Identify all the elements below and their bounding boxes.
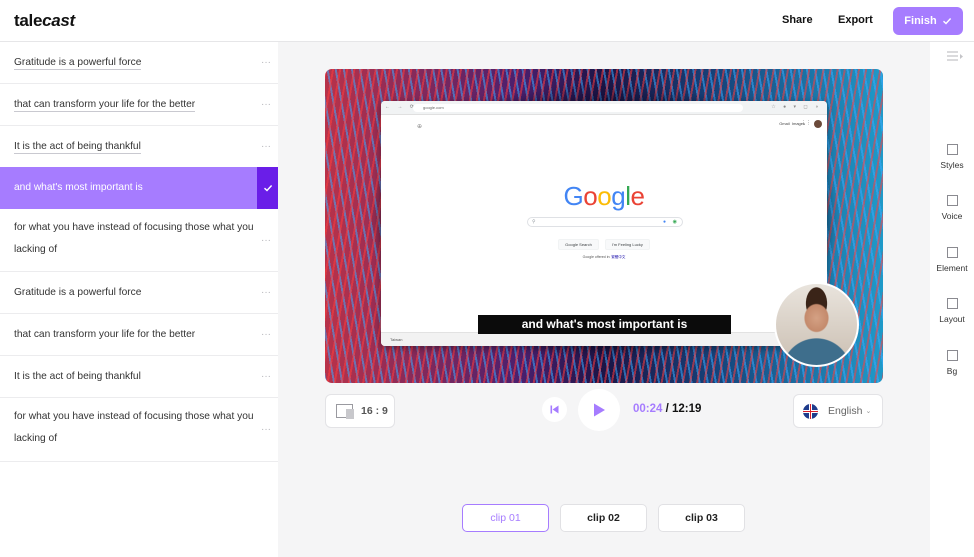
transcript-text: It is the act of being thankful bbox=[14, 140, 141, 154]
google-logo-letter: e bbox=[630, 181, 645, 211]
more-icon[interactable]: ··· bbox=[261, 141, 271, 152]
google-logo-letter: o bbox=[583, 181, 598, 211]
transcript-row[interactable]: Gratitude is a powerful force ··· bbox=[0, 42, 278, 84]
right-toolbar: Styles Voice Element Layout Bg bbox=[930, 42, 974, 557]
transcript-text: for what you have instead of focusing th… bbox=[14, 222, 254, 255]
time-separator: / bbox=[662, 403, 673, 415]
transcript-row[interactable]: that can transform your life for the bet… bbox=[0, 314, 278, 356]
more-icon[interactable]: ··· bbox=[261, 235, 271, 246]
browser-toolbar: ← → ⟳ google.com ☆ ● ▾ ◻ ◑ bbox=[381, 101, 827, 115]
feeling-lucky-button: I'm Feeling Lucky bbox=[604, 239, 650, 250]
tool-styles[interactable]: Styles bbox=[930, 144, 974, 170]
aspect-ratio-button[interactable]: 16 : 9 bbox=[325, 394, 395, 428]
play-icon bbox=[594, 403, 605, 417]
google-search-box: ⚲ ● ◉ bbox=[527, 217, 683, 227]
logo-text: tale bbox=[14, 11, 43, 30]
transcript-row[interactable]: for what you have instead of focusing th… bbox=[0, 209, 278, 272]
apps-grid-icon: ⋮⋮ bbox=[801, 120, 811, 126]
play-button[interactable] bbox=[578, 389, 620, 431]
more-icon[interactable]: ··· bbox=[261, 424, 271, 435]
browser-url: google.com bbox=[413, 104, 743, 112]
browser-screenshot: ← → ⟳ google.com ☆ ● ▾ ◻ ◑ ⊕ Gmail Image… bbox=[381, 101, 827, 346]
logo-text-italic: cast bbox=[42, 11, 75, 30]
transcript-text: It is the act of being thankful bbox=[14, 370, 141, 382]
video-preview[interactable]: ← → ⟳ google.com ☆ ● ▾ ◻ ◑ ⊕ Gmail Image… bbox=[325, 69, 883, 383]
lens-icon: ◉ bbox=[672, 219, 677, 225]
transcript-row[interactable]: that can transform your life for the bet… bbox=[0, 84, 278, 126]
layout-icon bbox=[946, 298, 958, 309]
transcript-row-active[interactable]: and what's most important is bbox=[0, 167, 278, 209]
transcript-text: and what's most important is bbox=[14, 182, 143, 193]
google-logo-letter: g bbox=[611, 181, 626, 211]
google-buttons: Google Search I'm Feeling Lucky bbox=[381, 239, 827, 250]
search-icon: ⚲ bbox=[532, 219, 536, 225]
avatar bbox=[814, 120, 822, 128]
google-logo-letter: o bbox=[597, 181, 612, 211]
more-icon[interactable]: ··· bbox=[261, 287, 271, 298]
app-logo[interactable]: talecast bbox=[14, 11, 75, 31]
confirm-button[interactable] bbox=[257, 167, 278, 209]
tool-bg[interactable]: Bg bbox=[930, 350, 974, 376]
aspect-ratio-label: 16 : 9 bbox=[361, 405, 388, 417]
styles-icon bbox=[946, 144, 958, 155]
language-select[interactable]: English ⌄ bbox=[793, 394, 883, 428]
transcript-text: that can transform your life for the bet… bbox=[14, 98, 196, 112]
chevron-down-icon: ⌄ bbox=[865, 408, 872, 415]
transcript-row[interactable]: It is the act of being thankful ··· bbox=[0, 356, 278, 398]
transcript-text: that can transform your life for the bet… bbox=[14, 328, 196, 340]
browser-ext-icons: ☆ ● ▾ ◻ ◑ bbox=[771, 104, 821, 110]
skip-back-button[interactable] bbox=[542, 397, 567, 422]
background-icon bbox=[946, 350, 958, 361]
check-icon bbox=[942, 18, 951, 25]
transcript-row[interactable]: for what you have instead of focusing th… bbox=[0, 398, 278, 462]
finish-label: Finish bbox=[904, 15, 937, 27]
total-time: 12:19 bbox=[672, 403, 702, 415]
google-search-button: Google Search bbox=[558, 239, 599, 250]
google-logo: Google bbox=[381, 181, 827, 212]
transcript-row[interactable]: Gratitude is a powerful force ··· bbox=[0, 272, 278, 314]
top-bar: talecast Share Export Finish bbox=[0, 0, 974, 42]
export-button[interactable]: Export bbox=[838, 14, 873, 26]
playback-time: 00:24 / 12:19 bbox=[633, 403, 701, 415]
voice-icon bbox=[946, 195, 958, 206]
subtitle-caption[interactable]: and what's most important is bbox=[478, 315, 731, 334]
transcript-text: for what you have instead of focusing th… bbox=[14, 411, 254, 444]
google-offered-in: Google offered in: 繁體中文 bbox=[582, 255, 626, 259]
google-app-icon: ⊕ bbox=[417, 124, 423, 130]
finish-button[interactable]: Finish bbox=[893, 7, 963, 35]
browser-footer: Taiwan bbox=[381, 332, 827, 346]
presenter-avatar[interactable] bbox=[774, 282, 859, 367]
transcript-text: Gratitude is a powerful force bbox=[14, 56, 142, 70]
tool-layout[interactable]: Layout bbox=[930, 298, 974, 324]
transcript-text: Gratitude is a powerful force bbox=[14, 286, 142, 298]
clip-tab-02[interactable]: clip 02 bbox=[560, 504, 647, 532]
skip-back-icon bbox=[550, 405, 559, 414]
google-logo-letter: G bbox=[563, 181, 584, 211]
aspect-ratio-icon bbox=[336, 404, 354, 419]
more-icon[interactable]: ··· bbox=[261, 99, 271, 110]
transcript-row[interactable]: It is the act of being thankful ··· bbox=[0, 126, 278, 168]
collapse-menu-icon[interactable] bbox=[947, 50, 963, 68]
tool-voice[interactable]: Voice bbox=[930, 195, 974, 221]
clip-tab-01[interactable]: clip 01 bbox=[462, 504, 549, 532]
share-button[interactable]: Share bbox=[782, 14, 813, 26]
more-icon[interactable]: ··· bbox=[261, 371, 271, 382]
tool-element[interactable]: Element bbox=[930, 247, 974, 273]
transcript-panel: Gratitude is a powerful force ··· that c… bbox=[0, 42, 278, 557]
clip-tab-03[interactable]: clip 03 bbox=[658, 504, 745, 532]
language-label: English bbox=[828, 405, 863, 417]
uk-flag-icon bbox=[803, 403, 818, 419]
mic-icon: ● bbox=[662, 219, 666, 225]
check-icon bbox=[263, 185, 272, 192]
more-icon[interactable]: ··· bbox=[261, 329, 271, 340]
current-time: 00:24 bbox=[633, 403, 663, 415]
element-icon bbox=[946, 247, 958, 258]
more-icon[interactable]: ··· bbox=[261, 57, 271, 68]
